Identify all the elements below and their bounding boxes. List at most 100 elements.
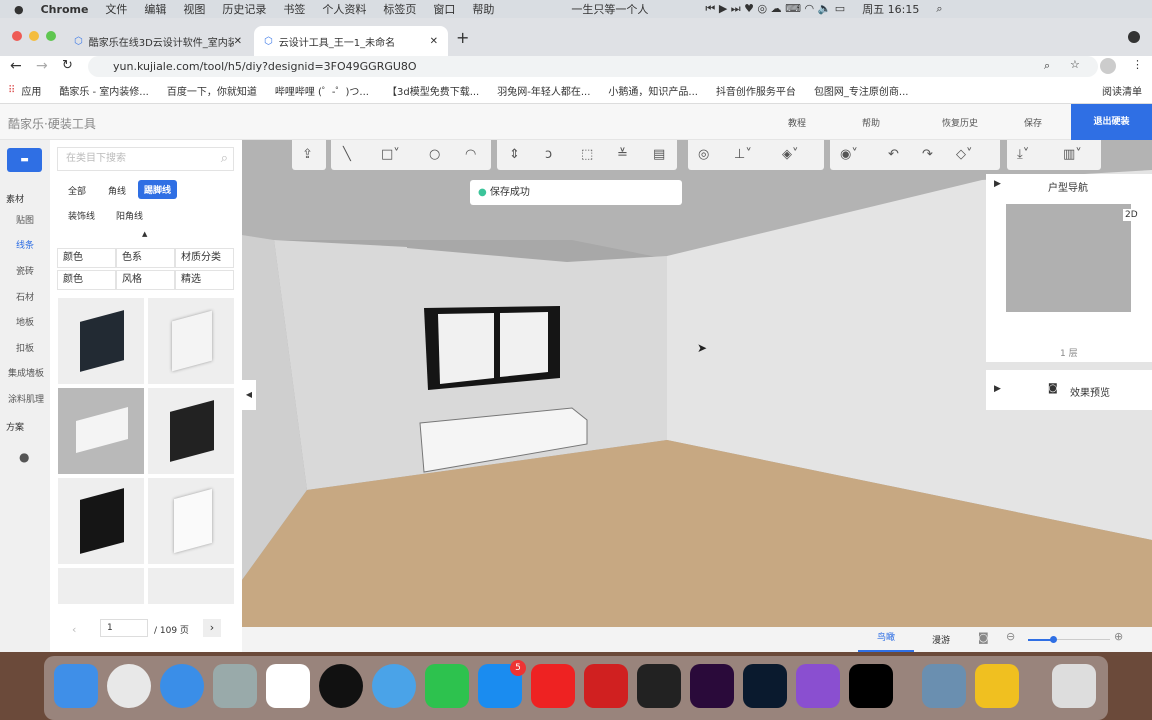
- bookmark-xiaoe[interactable]: 小鹅通，知识产品...: [608, 83, 698, 98]
- undo-icon[interactable]: ↶: [888, 147, 899, 162]
- wps-icon[interactable]: [266, 664, 310, 708]
- next-page-button[interactable]: ›: [203, 619, 221, 637]
- item-wood-skirting-2[interactable]: [148, 568, 234, 604]
- safari-icon[interactable]: [160, 664, 204, 708]
- chip-corner[interactable]: 角线: [102, 181, 132, 200]
- tab-kujiale-home[interactable]: ⬡ 酷家乐在线3D云设计软件_室内装 ✕: [64, 26, 252, 56]
- item-black-skirting[interactable]: [58, 298, 144, 384]
- zoom-slider[interactable]: [1028, 636, 1110, 643]
- chip-all[interactable]: 全部: [62, 181, 92, 200]
- zoom-icon[interactable]: ⌕: [1044, 59, 1050, 73]
- nav-item-texture[interactable]: 贴图: [16, 213, 34, 226]
- arc-icon[interactable]: ◠: [465, 147, 476, 162]
- nav-item-tile[interactable]: 瓷砖: [16, 264, 34, 277]
- premiere-icon[interactable]: [690, 664, 734, 708]
- chip-decor[interactable]: 装饰线: [62, 206, 101, 225]
- item-marble-skirting[interactable]: [58, 478, 144, 564]
- tab-design-tool[interactable]: ⬡ 云设计工具_王一1_未命名 ✕: [254, 26, 448, 56]
- effect-preview-panel[interactable]: ▶ ◙ 效果预览: [986, 370, 1152, 410]
- close-tab-icon[interactable]: ✕: [430, 36, 438, 47]
- sketchup-icon[interactable]: [975, 664, 1019, 708]
- floor-label[interactable]: 1 层: [1060, 346, 1078, 359]
- bookmark-baidu[interactable]: 百度一下，你就知道: [167, 83, 257, 98]
- nav-item-stone[interactable]: 石材: [16, 290, 34, 303]
- prev-page-button[interactable]: ‹: [72, 623, 76, 636]
- nav-item-wallboard[interactable]: 集成墙板: [8, 366, 44, 379]
- tab-search-icon[interactable]: [1128, 31, 1140, 43]
- download-icon[interactable]: ⤓˅: [1017, 147, 1029, 162]
- chrome-menu-icon[interactable]: ⋮: [1132, 58, 1143, 71]
- forward-icon[interactable]: →: [36, 58, 48, 74]
- reload-icon[interactable]: ↻: [62, 58, 73, 73]
- expand-icon[interactable]: ▶: [994, 384, 1001, 394]
- walk-view-tab[interactable]: 漫游: [932, 633, 950, 646]
- bookmark-kujiale[interactable]: 酷家乐 - 室内装修...: [59, 83, 149, 98]
- menu-window[interactable]: 窗口: [433, 1, 455, 17]
- upload-icon[interactable]: ⇪: [302, 147, 313, 162]
- menu-tabs[interactable]: 标签页: [383, 1, 416, 17]
- collapse-panel-handle[interactable]: ◀: [242, 380, 256, 410]
- item-white-skirting[interactable]: [148, 298, 234, 384]
- star-icon[interactable]: ☆: [1070, 58, 1080, 71]
- tutorial-button[interactable]: 教程: [788, 116, 806, 129]
- window-controls[interactable]: [12, 31, 56, 41]
- chip-skirting[interactable]: 踢脚线: [138, 180, 178, 199]
- downloader-icon[interactable]: [796, 664, 840, 708]
- obs-icon[interactable]: [637, 664, 681, 708]
- tape-icon[interactable]: ◎: [698, 147, 709, 162]
- nav-item-paint[interactable]: 涂料肌理: [8, 392, 44, 405]
- menu-profile[interactable]: 个人资料: [322, 1, 366, 17]
- apple-icon[interactable]: ●: [14, 3, 24, 16]
- filter-color-family[interactable]: 色系: [116, 248, 175, 268]
- menu-file[interactable]: 文件: [105, 1, 127, 17]
- messenger-icon[interactable]: [372, 664, 416, 708]
- filter-color[interactable]: 颜色: [57, 248, 116, 268]
- collapse-icon[interactable]: ▲: [142, 230, 147, 238]
- line-icon[interactable]: ╲: [343, 147, 351, 162]
- new-tab-button[interactable]: +: [456, 28, 469, 47]
- rectangle-icon[interactable]: □˅: [381, 147, 400, 162]
- eraser-icon[interactable]: ◇˅: [956, 147, 973, 162]
- finder-icon[interactable]: [54, 664, 98, 708]
- map-icon[interactable]: ▥˅: [1063, 147, 1082, 162]
- item-flat-white-skirting[interactable]: [58, 388, 144, 474]
- netease-music-icon[interactable]: [531, 664, 575, 708]
- spotlight-icon[interactable]: ⌕: [936, 2, 942, 16]
- panel-icon[interactable]: ▤: [653, 147, 665, 162]
- back-icon[interactable]: ←: [10, 58, 22, 74]
- apps-icon[interactable]: ⠿: [8, 85, 15, 96]
- circle-icon[interactable]: ○: [429, 147, 440, 162]
- floorplan-minimap[interactable]: [1006, 204, 1131, 312]
- nav-item-floor[interactable]: 地板: [16, 315, 34, 328]
- bookmark-apps[interactable]: 应用: [21, 83, 41, 98]
- bookmark-bilibili[interactable]: 哔哩哔哩 (゜-゜)つ...: [275, 83, 369, 98]
- capcut-icon[interactable]: [849, 664, 893, 708]
- bookmark-baotu[interactable]: 包图网_专注原创商...: [814, 83, 909, 98]
- material-sofa-icon[interactable]: ▬: [7, 148, 42, 172]
- autocad-icon[interactable]: [584, 664, 628, 708]
- expand-icon[interactable]: ▶: [994, 179, 1001, 189]
- menu-app[interactable]: Chrome: [41, 3, 89, 16]
- nav-item-lines[interactable]: 线条: [16, 238, 34, 251]
- trash-icon[interactable]: [1052, 664, 1096, 708]
- chrome-icon[interactable]: [107, 664, 151, 708]
- 2d-toggle[interactable]: 2D: [1123, 209, 1140, 221]
- app-store-icon[interactable]: 5: [478, 660, 526, 708]
- bookmark-douyin[interactable]: 抖音创作服务平台: [716, 83, 796, 98]
- move-icon[interactable]: ⇕: [509, 147, 520, 162]
- filter-material[interactable]: 材质分类: [175, 248, 234, 268]
- frame-icon[interactable]: ⬚: [581, 147, 593, 162]
- search-icon[interactable]: ⌕: [221, 148, 228, 170]
- save-button[interactable]: 保存: [1024, 116, 1042, 129]
- page-input[interactable]: 1: [100, 619, 148, 637]
- qq-icon[interactable]: [319, 664, 363, 708]
- light-icon[interactable]: ≚: [617, 147, 628, 162]
- url-input[interactable]: yun.kujiale.com/tool/h5/diy?designid=3FO…: [88, 56, 1098, 77]
- filter-color-2[interactable]: 颜色: [57, 270, 116, 290]
- item-black-skirting-2[interactable]: [148, 388, 234, 474]
- item-wood-skirting[interactable]: [58, 568, 144, 604]
- bookmark-yutu[interactable]: 羽兔网-年轻人都在...: [497, 83, 590, 98]
- bookmark-3d[interactable]: 【3d模型免费下载...: [387, 83, 479, 98]
- media-controls-icon[interactable]: ⏮ ▶ ⏭ ♥ ◎ ☁ ⌨ ◠ 🔈 ▭: [705, 2, 845, 16]
- preview-icon[interactable]: [922, 664, 966, 708]
